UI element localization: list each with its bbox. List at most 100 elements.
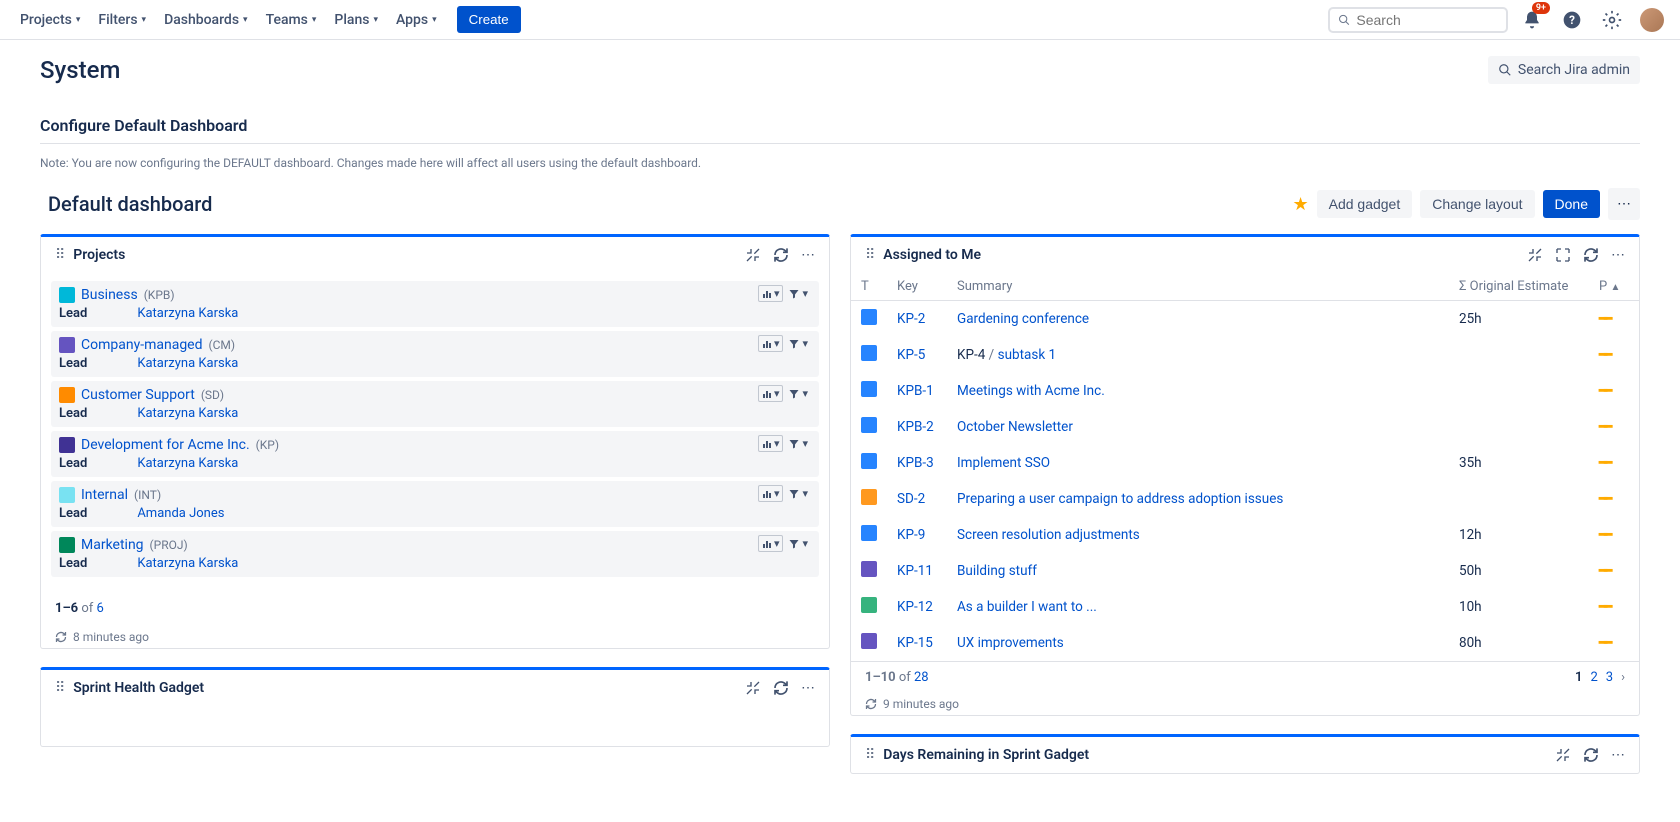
gadget-more-icon[interactable]: ⋯	[1611, 247, 1625, 263]
gadget-more-icon[interactable]: ⋯	[801, 247, 815, 263]
project-row: Internal (INT)LeadAmanda Jones ▾ ▾	[51, 481, 819, 527]
nav-item-projects[interactable]: Projects▾	[12, 6, 88, 34]
issue-key-link[interactable]: KP-11	[897, 563, 933, 579]
lead-link[interactable]: Amanda Jones	[137, 506, 224, 521]
refresh-icon[interactable]	[773, 680, 789, 696]
search-jira-admin-button[interactable]: Search Jira admin	[1488, 56, 1640, 84]
search-box[interactable]	[1328, 7, 1508, 33]
issue-summary-link[interactable]: Preparing a user campaign to address ado…	[957, 491, 1283, 507]
project-link[interactable]: Company-managed	[81, 337, 203, 353]
projects-gadget-title: Projects	[73, 247, 125, 263]
next-page-icon[interactable]: ›	[1621, 670, 1625, 685]
drag-handle-icon[interactable]: ⠿	[55, 680, 65, 696]
issue-summary-link[interactable]: Implement SSO	[957, 455, 1050, 471]
minimize-icon[interactable]	[745, 680, 761, 696]
minimize-icon[interactable]	[1555, 747, 1571, 763]
nav-item-plans[interactable]: Plans▾	[326, 6, 386, 34]
filter-dropdown-button[interactable]: ▾	[785, 536, 811, 551]
filter-dropdown-button[interactable]: ▾	[785, 486, 811, 501]
minimize-icon[interactable]	[1527, 247, 1543, 263]
refresh-icon[interactable]	[1583, 247, 1599, 263]
issue-key-link[interactable]: KP-5	[897, 347, 925, 363]
help-button[interactable]: ?	[1556, 4, 1588, 36]
th-estimate[interactable]: Σ Original Estimate	[1449, 273, 1589, 301]
issue-summary-link[interactable]: As a builder I want to ...	[957, 599, 1097, 615]
maximize-icon[interactable]	[1555, 247, 1571, 263]
more-button[interactable]: ⋯	[1608, 188, 1640, 220]
chart-dropdown-button[interactable]: ▾	[758, 485, 784, 502]
issue-summary-link[interactable]: UX improvements	[957, 635, 1064, 651]
search-input[interactable]	[1356, 12, 1498, 28]
project-link[interactable]: Business	[81, 287, 138, 303]
drag-handle-icon[interactable]: ⠿	[55, 247, 65, 263]
chart-dropdown-button[interactable]: ▾	[758, 335, 784, 352]
issue-summary-link[interactable]: Gardening conference	[957, 311, 1089, 327]
issue-key-link[interactable]: KP-2	[897, 311, 925, 327]
done-button[interactable]: Done	[1543, 190, 1600, 218]
page-2[interactable]: 2	[1590, 670, 1597, 685]
pager-total-link[interactable]: 6	[97, 601, 104, 616]
issue-key-link[interactable]: SD-2	[897, 491, 925, 507]
estimate-cell: 80h	[1449, 625, 1589, 661]
lead-link[interactable]: Katarzyna Karska	[137, 456, 238, 471]
lead-link[interactable]: Katarzyna Karska	[137, 556, 238, 571]
issue-summary-link[interactable]: Screen resolution adjustments	[957, 527, 1140, 543]
chart-dropdown-button[interactable]: ▾	[758, 435, 784, 452]
drag-handle-icon[interactable]: ⠿	[865, 747, 875, 763]
page-3[interactable]: 3	[1606, 670, 1613, 685]
estimate-cell: 35h	[1449, 445, 1589, 481]
gadget-more-icon[interactable]: ⋯	[1611, 747, 1625, 763]
drag-handle-icon[interactable]: ⠿	[865, 247, 875, 263]
nav-item-teams[interactable]: Teams▾	[258, 6, 325, 34]
issue-key-link[interactable]: KPB-2	[897, 419, 934, 435]
project-link[interactable]: Customer Support	[81, 387, 195, 403]
gadget-more-icon[interactable]: ⋯	[801, 680, 815, 696]
project-link[interactable]: Marketing	[81, 537, 144, 553]
issue-key-link[interactable]: KP-12	[897, 599, 933, 615]
issue-key-link[interactable]: KPB-1	[897, 383, 934, 399]
change-layout-button[interactable]: Change layout	[1420, 190, 1534, 218]
issue-summary-link[interactable]: October Newsletter	[957, 419, 1073, 435]
issue-summary-link[interactable]: subtask 1	[998, 347, 1057, 363]
page-1[interactable]: 1	[1575, 670, 1582, 685]
th-type[interactable]: T	[851, 273, 887, 301]
refresh-icon[interactable]	[773, 247, 789, 263]
profile-button[interactable]	[1636, 4, 1668, 36]
refresh-icon[interactable]	[1583, 747, 1599, 763]
nav-item-filters[interactable]: Filters▾	[90, 6, 154, 34]
star-icon[interactable]: ★	[1292, 194, 1308, 215]
project-link[interactable]: Internal	[81, 487, 128, 503]
th-summary[interactable]: Summary	[947, 273, 1449, 301]
filter-dropdown-button[interactable]: ▾	[785, 336, 811, 351]
notifications-button[interactable]: 9+	[1516, 4, 1548, 36]
lead-link[interactable]: Katarzyna Karska	[137, 306, 238, 321]
create-button[interactable]: Create	[457, 6, 521, 33]
chart-dropdown-button[interactable]: ▾	[758, 285, 784, 302]
lead-link[interactable]: Katarzyna Karska	[137, 406, 238, 421]
issue-key-link[interactable]: KP-15	[897, 635, 933, 651]
minimize-icon[interactable]	[745, 247, 761, 263]
th-priority[interactable]: P ▲	[1589, 273, 1639, 301]
lead-link[interactable]: Katarzyna Karska	[137, 356, 238, 371]
issue-type-icon	[861, 309, 877, 325]
project-link[interactable]: Development for Acme Inc.	[81, 437, 250, 453]
settings-button[interactable]	[1596, 4, 1628, 36]
issue-key-link[interactable]: KPB-3	[897, 455, 934, 471]
issue-summary-link[interactable]: Meetings with Acme Inc.	[957, 383, 1105, 399]
filter-dropdown-button[interactable]: ▾	[785, 286, 811, 301]
chart-dropdown-button[interactable]: ▾	[758, 535, 784, 552]
nav-item-apps[interactable]: Apps▾	[388, 6, 445, 34]
issue-key-link[interactable]: KP-9	[897, 527, 925, 543]
filter-dropdown-button[interactable]: ▾	[785, 436, 811, 451]
th-key[interactable]: Key	[887, 273, 947, 301]
chart-dropdown-button[interactable]: ▾	[758, 385, 784, 402]
issue-type-icon	[861, 453, 877, 469]
filter-dropdown-button[interactable]: ▾	[785, 386, 811, 401]
add-gadget-button[interactable]: Add gadget	[1317, 190, 1413, 218]
issue-summary-link[interactable]: Building stuff	[957, 563, 1037, 579]
pager-total-link[interactable]: 28	[914, 670, 929, 685]
chevron-down-icon: ▾	[373, 15, 378, 25]
nav-right: 9+ ?	[1328, 4, 1668, 36]
nav-item-dashboards[interactable]: Dashboards▾	[156, 6, 255, 34]
priority-icon: ━━	[1599, 599, 1609, 615]
